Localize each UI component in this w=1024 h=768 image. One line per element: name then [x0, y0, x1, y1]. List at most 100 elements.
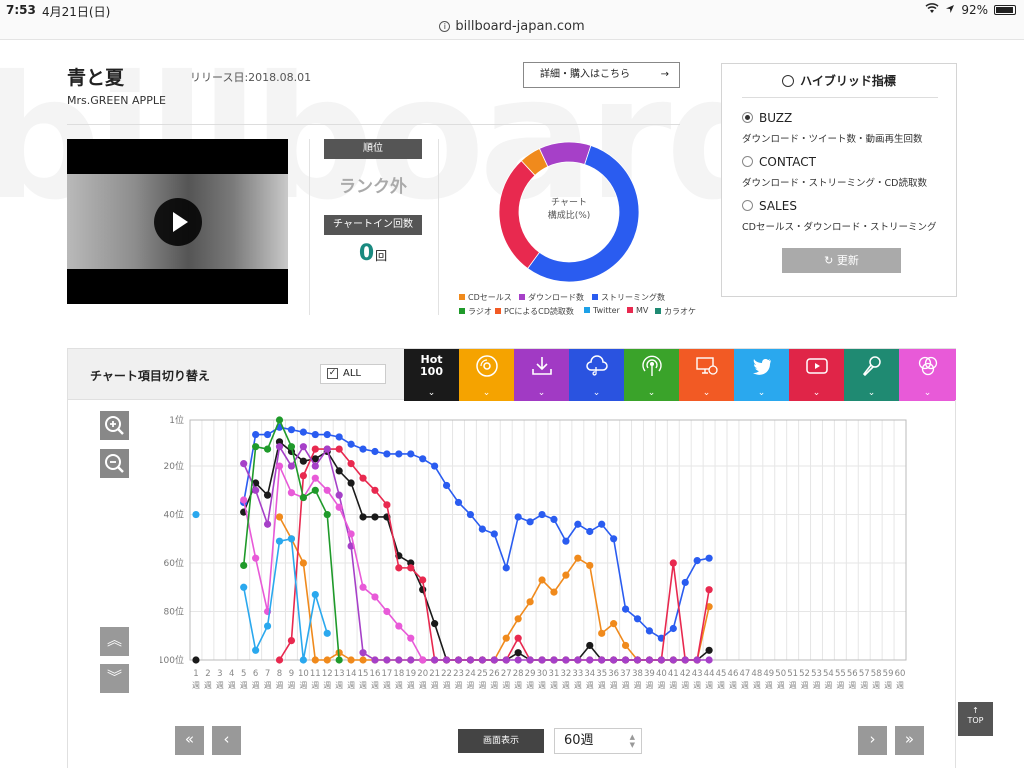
- data-point[interactable]: [359, 474, 367, 482]
- data-point[interactable]: [562, 571, 570, 579]
- data-point[interactable]: [490, 656, 498, 664]
- data-point[interactable]: [371, 656, 379, 664]
- data-point[interactable]: [311, 474, 319, 482]
- data-point[interactable]: [359, 656, 367, 664]
- data-point[interactable]: [275, 443, 284, 451]
- data-point[interactable]: [621, 656, 630, 664]
- data-point[interactable]: [347, 460, 355, 468]
- data-point[interactable]: [681, 578, 689, 587]
- data-point[interactable]: [323, 486, 331, 494]
- next-page-button[interactable]: ›: [858, 726, 887, 755]
- data-point[interactable]: [311, 430, 319, 439]
- data-point[interactable]: [263, 491, 272, 499]
- data-point[interactable]: [347, 656, 355, 664]
- data-point[interactable]: [705, 646, 713, 654]
- data-point[interactable]: [407, 564, 415, 572]
- data-point[interactable]: [586, 527, 594, 536]
- data-point[interactable]: [347, 530, 355, 538]
- data-point[interactable]: [263, 430, 272, 439]
- data-point[interactable]: [586, 641, 594, 650]
- data-point[interactable]: [395, 450, 403, 458]
- data-point[interactable]: [514, 615, 522, 623]
- radio-button[interactable]: [742, 200, 753, 211]
- data-point[interactable]: [610, 535, 618, 543]
- last-page-button[interactable]: »: [895, 726, 924, 755]
- data-point[interactable]: [299, 457, 307, 465]
- data-point[interactable]: [383, 501, 391, 509]
- data-point[interactable]: [359, 445, 367, 453]
- tab-download[interactable]: ⌄: [514, 349, 569, 401]
- data-point[interactable]: [705, 656, 713, 664]
- artist-name[interactable]: Mrs.GREEN APPLE: [67, 94, 166, 107]
- data-point[interactable]: [574, 554, 582, 562]
- data-point[interactable]: [275, 537, 284, 545]
- tab-pc-cd-read[interactable]: ⌄: [679, 349, 734, 401]
- data-point[interactable]: [526, 598, 534, 606]
- data-point[interactable]: [383, 450, 391, 458]
- data-point[interactable]: [263, 520, 272, 528]
- data-point[interactable]: [598, 520, 606, 528]
- data-point[interactable]: [598, 629, 606, 637]
- data-point[interactable]: [299, 443, 307, 451]
- tab-hybrid[interactable]: ⌄: [899, 349, 956, 401]
- data-point[interactable]: [371, 593, 379, 601]
- data-point[interactable]: [323, 510, 331, 519]
- data-point[interactable]: [669, 624, 677, 633]
- data-point[interactable]: [240, 561, 248, 570]
- data-point[interactable]: [645, 627, 654, 635]
- data-point[interactable]: [311, 462, 319, 470]
- data-point[interactable]: [598, 656, 606, 664]
- data-point[interactable]: [431, 620, 439, 628]
- data-point[interactable]: [490, 530, 498, 538]
- data-point[interactable]: [240, 496, 248, 504]
- data-point[interactable]: [514, 656, 522, 664]
- data-point[interactable]: [514, 513, 522, 521]
- data-point[interactable]: [621, 641, 630, 650]
- data-point[interactable]: [311, 445, 319, 453]
- data-point[interactable]: [550, 588, 558, 596]
- data-point[interactable]: [419, 576, 427, 584]
- data-point[interactable]: [574, 656, 582, 664]
- data-point[interactable]: [275, 513, 284, 521]
- data-point[interactable]: [359, 583, 367, 591]
- data-point[interactable]: [287, 443, 296, 451]
- back-to-top-button[interactable]: ↑ TOP: [958, 702, 993, 736]
- data-point[interactable]: [287, 426, 296, 434]
- data-point[interactable]: [514, 649, 522, 657]
- data-point[interactable]: [335, 503, 343, 511]
- data-point[interactable]: [478, 525, 486, 533]
- data-point[interactable]: [538, 576, 546, 584]
- address-bar[interactable]: i billboard-japan.com: [0, 19, 1024, 34]
- data-point[interactable]: [669, 656, 677, 664]
- data-point[interactable]: [299, 428, 307, 436]
- data-point[interactable]: [586, 656, 594, 664]
- data-point[interactable]: [335, 433, 343, 441]
- data-point[interactable]: [693, 557, 701, 565]
- first-page-button[interactable]: «: [175, 726, 204, 755]
- data-point[interactable]: [550, 656, 558, 664]
- data-point[interactable]: [502, 564, 510, 572]
- data-point[interactable]: [311, 656, 319, 664]
- data-point[interactable]: [526, 518, 534, 526]
- data-point[interactable]: [562, 537, 570, 545]
- data-point[interactable]: [252, 646, 260, 654]
- data-point[interactable]: [693, 656, 701, 664]
- data-point[interactable]: [371, 486, 379, 494]
- data-point[interactable]: [371, 447, 379, 456]
- data-point[interactable]: [395, 564, 403, 572]
- data-point[interactable]: [633, 656, 642, 664]
- data-point[interactable]: [407, 450, 415, 458]
- data-point[interactable]: [538, 656, 546, 664]
- data-point[interactable]: [252, 486, 260, 494]
- tab-cd-sales[interactable]: ⌄: [459, 349, 514, 401]
- data-point[interactable]: [192, 656, 200, 664]
- data-point[interactable]: [263, 445, 272, 453]
- data-point[interactable]: [705, 554, 713, 562]
- tab-mv[interactable]: ⌄: [789, 349, 844, 401]
- data-point[interactable]: [633, 615, 642, 623]
- data-point[interactable]: [287, 489, 296, 497]
- buy-details-button[interactable]: 詳細・購入はこちら →: [523, 62, 680, 88]
- scroll-down-button[interactable]: ︾: [100, 664, 129, 693]
- data-point[interactable]: [287, 637, 296, 645]
- data-point[interactable]: [669, 559, 677, 567]
